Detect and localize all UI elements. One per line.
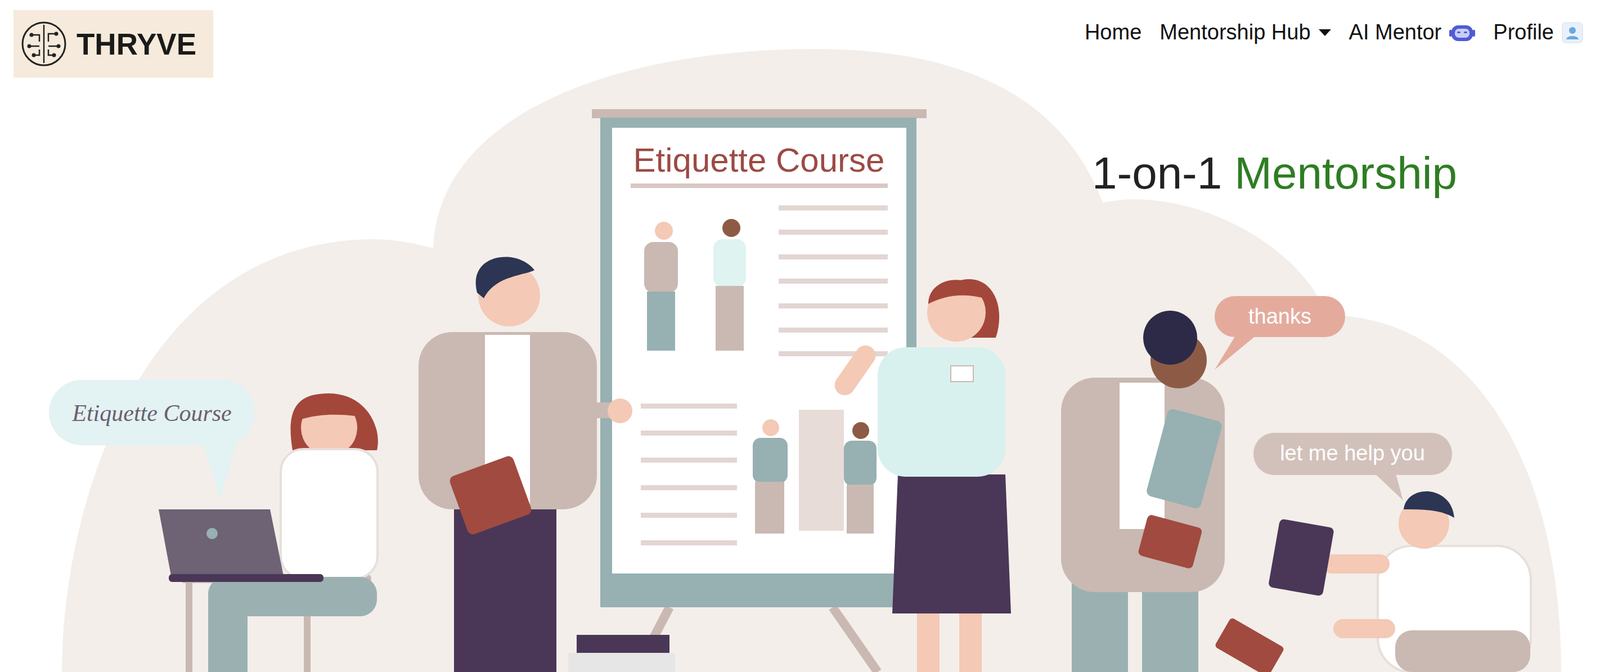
svg-text:Etiquette Course: Etiquette Course (71, 400, 232, 426)
nav-item[interactable]: Home (1084, 19, 1142, 47)
logo[interactable]: THRYVE (13, 10, 214, 78)
content: THRYVE Home Mentorship Hub AI Mentor Profile… (0, 0, 1600, 201)
user-avatar-icon[interactable] (1561, 21, 1584, 44)
brain-logo-icon (20, 20, 68, 68)
page: Etiquette Course Etiquette Course thanks le… (0, 0, 1600, 672)
nav-menu: Home Mentorship Hub AI Mentor Profile (1084, 19, 1584, 47)
easel: Etiquette Course (591, 109, 927, 672)
nav-item[interactable]: Mentorship Hub (1159, 19, 1331, 47)
nav-item[interactable]: Profile (1493, 19, 1584, 47)
hero-title-part: Mentorship (1234, 146, 1458, 201)
speech-bubble: thanks (1214, 295, 1346, 370)
logo-text: THRYVE (76, 29, 197, 60)
man-with-book (418, 257, 633, 672)
navbar: THRYVE Home Mentorship Hub AI Mentor Profile (0, 0, 1600, 78)
hero-heading-row: 1-on-1Mentorship (0, 146, 1600, 201)
presenter-woman (830, 279, 1011, 672)
book-stack (568, 634, 676, 672)
nav-label[interactable]: Home (1084, 19, 1142, 47)
man-with-books (1061, 310, 1225, 672)
nav-label[interactable]: AI Mentor (1349, 19, 1442, 47)
hero-title: 1-on-1Mentorship (1091, 146, 1458, 201)
handshake-figures (644, 218, 746, 351)
dropdown-caret-icon (1318, 29, 1332, 37)
door-figures (752, 409, 877, 534)
crouching-man (1214, 491, 1531, 672)
speech-bubble: let me help you (1253, 432, 1453, 501)
svg-text:thanks: thanks (1248, 304, 1312, 328)
speech-bubble: Etiquette Course (48, 379, 255, 501)
nav-label[interactable]: Profile (1493, 19, 1554, 47)
background-blob (61, 48, 1562, 672)
hero-title-part: 1-on-1 (1091, 146, 1222, 201)
hero-illustration: Etiquette Course Etiquette Course thanks le… (0, 0, 1600, 672)
bot-icon[interactable] (1449, 21, 1476, 44)
svg-text:Etiquette Course: Etiquette Course (633, 141, 885, 179)
nav-label[interactable]: Mentorship Hub (1159, 19, 1311, 47)
svg-text:let me help you: let me help you (1279, 441, 1426, 465)
nav-item[interactable]: AI Mentor (1349, 19, 1476, 47)
